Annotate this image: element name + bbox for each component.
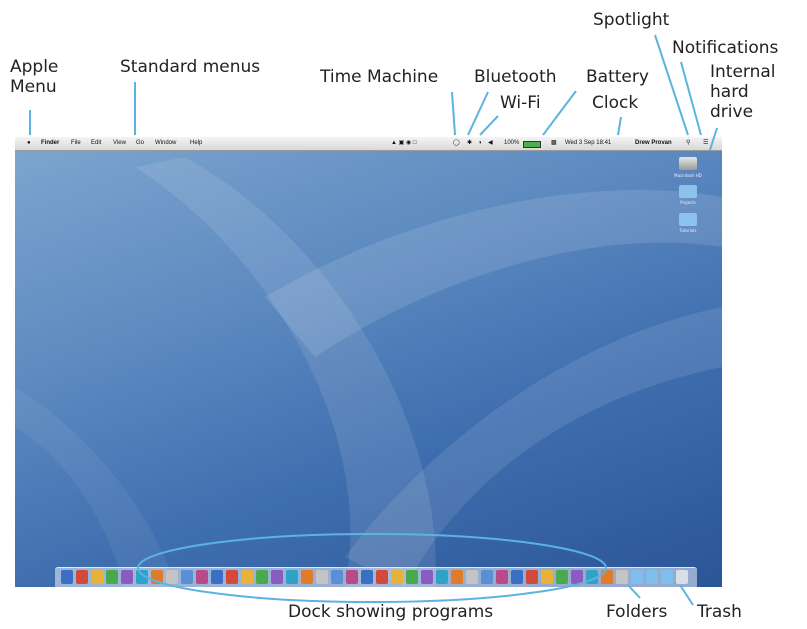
apple-menu-callout: Apple Menu: [10, 57, 58, 97]
time-machine-icon[interactable]: ◯: [453, 137, 460, 150]
wifi-icon[interactable]: ◑: [478, 137, 482, 150]
app-icon[interactable]: [271, 570, 283, 584]
folder-icon[interactable]: [646, 570, 658, 584]
app-icon[interactable]: [166, 570, 178, 584]
hard-drive-callout-line1: Internal: [710, 62, 776, 82]
edit-menu[interactable]: Edit: [91, 137, 101, 150]
go-menu[interactable]: Go: [136, 137, 144, 150]
clock-text[interactable]: Wed 3 Sep 18:41: [565, 137, 611, 150]
notifications-icon[interactable]: ☰: [703, 137, 708, 150]
trash-callout: Trash: [697, 602, 742, 622]
app-icon[interactable]: [391, 570, 403, 584]
app-icon[interactable]: [346, 570, 358, 584]
app-icon[interactable]: [196, 570, 208, 584]
apple-menu-callout-line2: Menu: [10, 77, 57, 97]
menu-bar: ● Finder File Edit View Go Window Help ▲…: [15, 137, 722, 151]
spotlight-callout: Spotlight: [593, 10, 670, 30]
apple-menu-callout-line1: Apple: [10, 57, 59, 77]
app-icon[interactable]: [526, 570, 538, 584]
dock-callout: Dock showing programs: [288, 602, 494, 622]
app-icon[interactable]: [121, 570, 133, 584]
hard-drive-callout-line2: hard: [710, 82, 749, 102]
app-icon[interactable]: [61, 570, 73, 584]
app-icon[interactable]: [541, 570, 553, 584]
battery-percent[interactable]: 100%: [504, 137, 519, 150]
volume-icon[interactable]: ◀: [488, 137, 493, 150]
app-icon[interactable]: [616, 570, 628, 584]
folders-callout: Folders: [606, 602, 668, 622]
bluetooth-callout: Bluetooth: [474, 67, 557, 87]
view-menu[interactable]: View: [113, 137, 126, 150]
window-menu[interactable]: Window: [155, 137, 176, 150]
app-icon[interactable]: [181, 570, 193, 584]
hard-drive-icon[interactable]: [679, 157, 697, 170]
mac-desktop-screen: ● Finder File Edit View Go Window Help ▲…: [15, 137, 722, 587]
folder-icon[interactable]: [679, 185, 697, 198]
standard-menus-callout: Standard menus: [120, 57, 261, 77]
app-icon[interactable]: [481, 570, 493, 584]
clock-callout: Clock: [592, 93, 639, 113]
app-icon[interactable]: [256, 570, 268, 584]
folder-label-projects: Projects: [680, 200, 696, 205]
app-icon[interactable]: [406, 570, 418, 584]
wallpaper-swooshes: [15, 157, 722, 587]
app-icon[interactable]: [376, 570, 388, 584]
app-icon[interactable]: [91, 570, 103, 584]
app-icon[interactable]: [106, 570, 118, 584]
hard-drive-callout: Internal hard drive: [710, 62, 776, 122]
app-icon[interactable]: [241, 570, 253, 584]
app-icon[interactable]: [571, 570, 583, 584]
app-icon[interactable]: [136, 570, 148, 584]
app-icon[interactable]: [76, 570, 88, 584]
display-icon[interactable]: ▩: [551, 137, 557, 150]
user-name[interactable]: Drew Provan: [635, 137, 672, 150]
battery-icon[interactable]: [523, 141, 541, 148]
app-icon[interactable]: [361, 570, 373, 584]
battery-callout: Battery: [586, 67, 649, 87]
app-icon[interactable]: [601, 570, 613, 584]
dock: [55, 567, 697, 587]
time-machine-callout: Time Machine: [320, 67, 439, 87]
trash-icon[interactable]: [676, 570, 688, 584]
hard-drive-label: Macintosh HD: [674, 173, 702, 178]
folder-icon[interactable]: [679, 213, 697, 226]
app-icon[interactable]: [211, 570, 223, 584]
app-icon[interactable]: [316, 570, 328, 584]
status-icons-left[interactable]: ▲ ▣ ◉ □: [391, 137, 416, 150]
app-icon[interactable]: [151, 570, 163, 584]
app-icon[interactable]: [496, 570, 508, 584]
help-menu[interactable]: Help: [190, 137, 202, 150]
app-icon[interactable]: [451, 570, 463, 584]
wifi-callout: Wi-Fi: [500, 93, 541, 113]
app-icon[interactable]: [421, 570, 433, 584]
notifications-callout: Notifications: [672, 38, 779, 58]
apple-logo-icon[interactable]: ●: [27, 137, 31, 150]
app-icon[interactable]: [556, 570, 568, 584]
spotlight-search-icon[interactable]: ⚲: [686, 137, 690, 150]
app-icon[interactable]: [301, 570, 313, 584]
app-icon[interactable]: [286, 570, 298, 584]
finder-menu[interactable]: Finder: [41, 137, 59, 150]
app-icon[interactable]: [436, 570, 448, 584]
app-icon[interactable]: [331, 570, 343, 584]
folder-label-tutorials: Tutorials: [679, 228, 697, 233]
app-icon[interactable]: [511, 570, 523, 584]
folder-icon[interactable]: [631, 570, 643, 584]
folder-icon[interactable]: [661, 570, 673, 584]
file-menu[interactable]: File: [71, 137, 81, 150]
app-icon[interactable]: [226, 570, 238, 584]
app-icon[interactable]: [586, 570, 598, 584]
app-icon[interactable]: [466, 570, 478, 584]
hard-drive-callout-line3: drive: [710, 102, 754, 122]
bluetooth-icon[interactable]: ✱: [467, 137, 472, 150]
